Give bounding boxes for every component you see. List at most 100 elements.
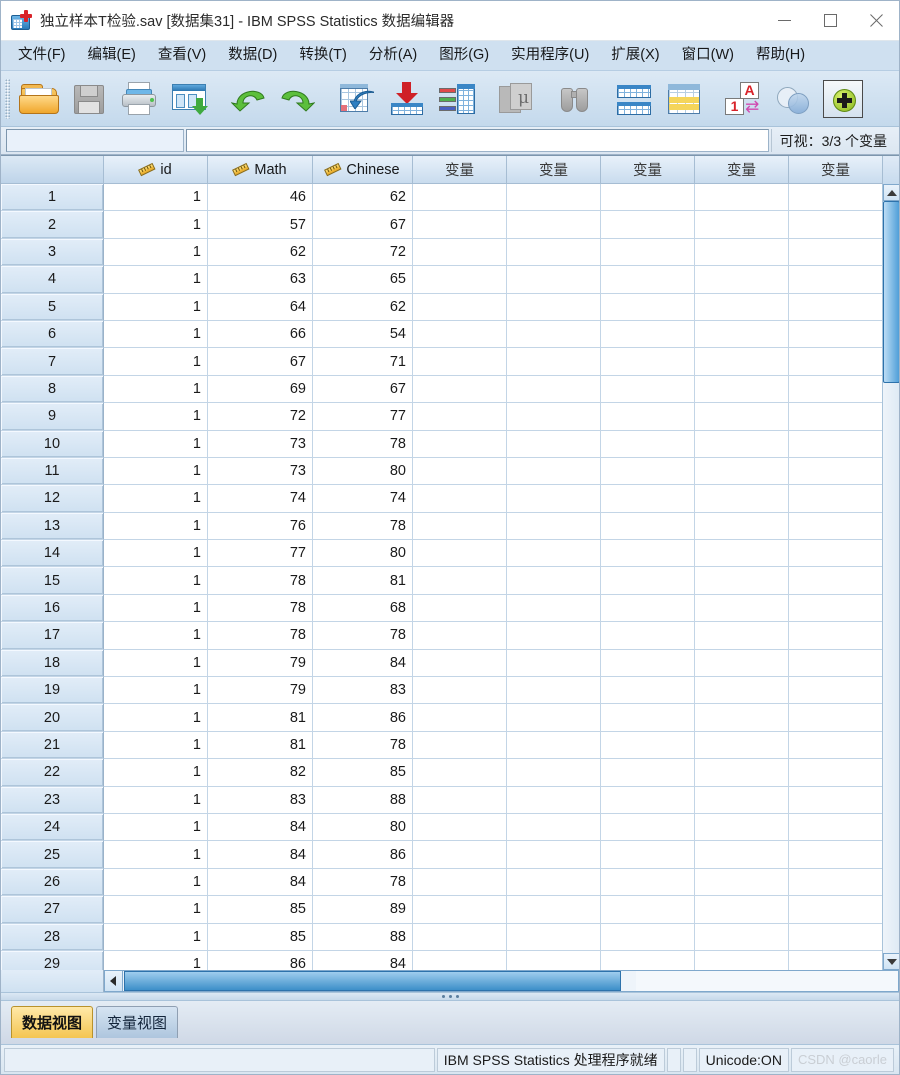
recall-dialogs-button[interactable] [164, 75, 214, 123]
cell-math[interactable]: 78 [208, 567, 313, 595]
cell-empty[interactable] [601, 403, 695, 431]
print-button[interactable] [114, 75, 164, 123]
cell-empty[interactable] [413, 293, 507, 321]
table-row[interactable]: 13 1 76 78 [1, 512, 899, 541]
cell-id[interactable]: 1 [104, 868, 208, 897]
find-button[interactable] [550, 75, 600, 123]
table-row[interactable]: 10 1 73 78 [1, 430, 899, 458]
menu-window[interactable]: 窗口(W) [671, 44, 745, 67]
cell-empty[interactable] [695, 677, 789, 705]
cell-empty[interactable] [413, 622, 507, 650]
vertical-scrollbar[interactable] [882, 184, 899, 970]
cell-empty[interactable] [413, 677, 507, 705]
cell-empty[interactable] [695, 841, 789, 869]
cell-empty[interactable] [507, 950, 601, 970]
table-row[interactable]: 9 1 72 77 [1, 403, 899, 431]
table-row[interactable]: 28 1 85 88 [1, 923, 899, 951]
menu-graphs[interactable]: 图形(G) [428, 44, 500, 67]
table-row[interactable]: 1 1 46 62 [1, 184, 899, 212]
cell-empty[interactable] [413, 512, 507, 541]
cell-empty[interactable] [695, 704, 789, 732]
cell-id[interactable]: 1 [104, 320, 208, 349]
cell-chinese[interactable]: 68 [313, 594, 413, 623]
cell-empty[interactable] [413, 238, 507, 267]
cell-empty[interactable] [789, 320, 883, 349]
cell-empty[interactable] [789, 430, 883, 458]
cell-id[interactable]: 1 [104, 184, 208, 212]
cell-empty[interactable] [413, 594, 507, 623]
cell-empty[interactable] [695, 485, 789, 513]
table-row[interactable]: 23 1 83 88 [1, 786, 899, 814]
column-header-id[interactable]: id [104, 156, 208, 184]
cell-math[interactable]: 63 [208, 266, 313, 294]
cell-empty[interactable] [507, 868, 601, 897]
cell-math[interactable]: 74 [208, 485, 313, 513]
menu-transform[interactable]: 转换(T) [288, 44, 358, 67]
column-header-empty-4[interactable]: 变量 [695, 156, 789, 184]
cell-math[interactable]: 85 [208, 896, 313, 924]
cell-empty[interactable] [507, 430, 601, 458]
cell-math[interactable]: 81 [208, 704, 313, 732]
cell-empty[interactable] [789, 731, 883, 760]
cell-math[interactable]: 83 [208, 786, 313, 814]
cell-empty[interactable] [413, 786, 507, 814]
cell-chinese[interactable]: 80 [313, 457, 413, 486]
cell-empty[interactable] [695, 896, 789, 924]
cell-empty[interactable] [695, 211, 789, 239]
cell-empty[interactable] [601, 841, 695, 869]
cell-empty[interactable] [601, 567, 695, 595]
cell-empty[interactable] [695, 594, 789, 623]
cell-empty[interactable] [601, 622, 695, 650]
hscroll-track-right[interactable] [636, 971, 898, 991]
cell-id[interactable]: 1 [104, 512, 208, 541]
cell-empty[interactable] [789, 238, 883, 267]
table-row[interactable]: 2 1 57 67 [1, 211, 899, 239]
cell-reference-input[interactable] [6, 129, 184, 152]
table-row[interactable]: 15 1 78 81 [1, 567, 899, 595]
cell-id[interactable]: 1 [104, 457, 208, 486]
goto-variable-button[interactable] [382, 75, 432, 123]
scroll-up-button[interactable] [883, 184, 899, 201]
cell-math[interactable]: 85 [208, 923, 313, 951]
cell-empty[interactable] [507, 485, 601, 513]
cell-empty[interactable] [413, 704, 507, 732]
cell-empty[interactable] [507, 266, 601, 294]
cell-math[interactable]: 77 [208, 540, 313, 568]
row-header[interactable]: 24 [1, 813, 104, 842]
row-header[interactable]: 26 [1, 868, 104, 897]
cell-empty[interactable] [695, 759, 789, 787]
cell-math[interactable]: 69 [208, 375, 313, 404]
menu-edit[interactable]: 编辑(E) [77, 44, 147, 67]
cell-empty[interactable] [601, 540, 695, 568]
cell-math[interactable]: 66 [208, 320, 313, 349]
cell-empty[interactable] [695, 457, 789, 486]
cell-empty[interactable] [413, 868, 507, 897]
table-row[interactable]: 16 1 78 68 [1, 594, 899, 623]
row-header[interactable]: 9 [1, 403, 104, 431]
cell-id[interactable]: 1 [104, 238, 208, 267]
cell-empty[interactable] [601, 430, 695, 458]
row-header[interactable]: 1 [1, 184, 104, 212]
cell-empty[interactable] [695, 430, 789, 458]
table-row[interactable]: 29 1 86 84 [1, 950, 899, 970]
cell-chinese[interactable]: 84 [313, 649, 413, 678]
add-extension-button[interactable] [818, 75, 868, 123]
cell-empty[interactable] [601, 759, 695, 787]
cell-id[interactable]: 1 [104, 704, 208, 732]
table-row[interactable]: 17 1 78 78 [1, 622, 899, 650]
cell-math[interactable]: 57 [208, 211, 313, 239]
cell-empty[interactable] [695, 238, 789, 267]
row-header[interactable]: 4 [1, 266, 104, 294]
cell-empty[interactable] [789, 348, 883, 376]
cell-empty[interactable] [695, 375, 789, 404]
cell-empty[interactable] [601, 211, 695, 239]
table-row[interactable]: 26 1 84 78 [1, 868, 899, 897]
table-row[interactable]: 12 1 74 74 [1, 485, 899, 513]
row-header[interactable]: 5 [1, 293, 104, 321]
row-header[interactable]: 23 [1, 786, 104, 814]
cell-empty[interactable] [695, 786, 789, 814]
cell-chinese[interactable]: 62 [313, 184, 413, 212]
weight-cases-button[interactable] [659, 75, 709, 123]
row-header[interactable]: 10 [1, 430, 104, 458]
cell-empty[interactable] [789, 759, 883, 787]
